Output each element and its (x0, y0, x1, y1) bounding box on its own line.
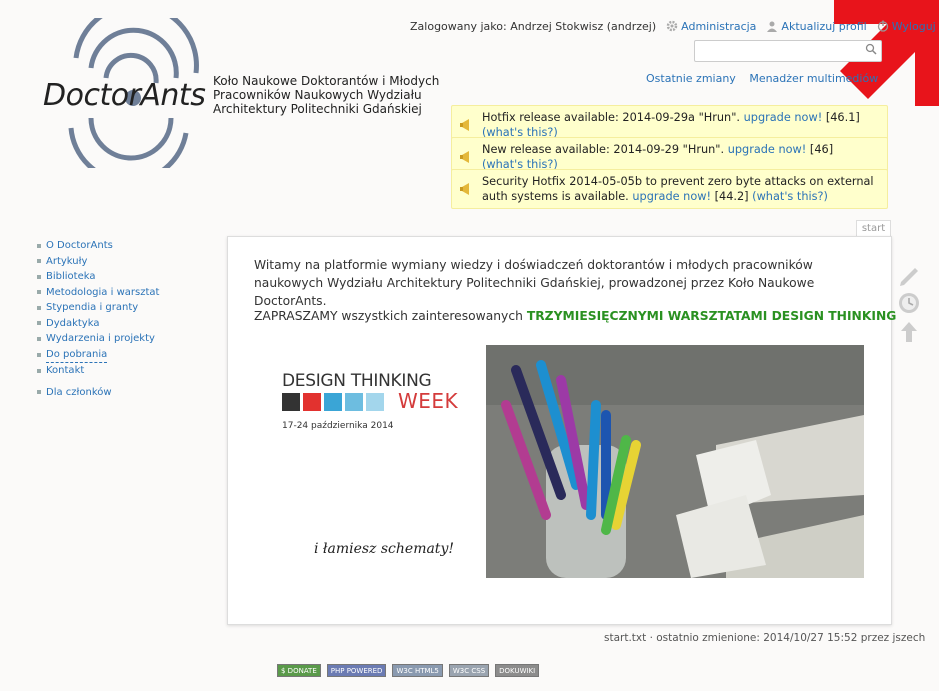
recent-changes-link[interactable]: Ostatnie zmiany (646, 72, 736, 85)
poster-square (366, 393, 384, 411)
dokuwiki-badge[interactable]: DOKUWIKI (495, 664, 540, 677)
upgrade-link[interactable]: upgrade now! (632, 190, 711, 203)
history-icon[interactable] (899, 293, 919, 313)
logged-in-label: Zalogowany jako: Andrzej Stokwisz (andrz… (410, 20, 657, 33)
bullet (37, 274, 41, 279)
markers-photo (486, 345, 864, 578)
sidebar-item-label: Dydaktyka (46, 317, 100, 329)
sidebar-item-label: Kontakt (46, 365, 85, 376)
invite-paragraph: ZAPRASZAMY wszystkich zainteresowanych T… (254, 309, 896, 323)
notice-version: [46.1] (825, 111, 860, 124)
sidebar-item-kontakt[interactable]: Kontakt (37, 363, 159, 379)
bullet (37, 290, 41, 295)
user-icon (767, 21, 778, 32)
poster-square (324, 393, 342, 411)
donate-badge[interactable]: $ DONATE (277, 664, 321, 677)
back-to-top-icon[interactable] (901, 322, 917, 342)
sidebar-item-label: Artykuły (46, 255, 88, 267)
site-tools: Ostatnie zmiany Menadżer multimediów (646, 72, 888, 85)
invite-text: ZAPRASZAMY wszystkich zainteresowanych (254, 309, 523, 323)
search-input[interactable] (694, 40, 882, 62)
megaphone-icon (460, 183, 469, 195)
bullet (37, 336, 41, 341)
content-panel: Witamy na platformie wymiany wiedzy i do… (227, 236, 896, 625)
sidebar-item-biblioteka[interactable]: Biblioteka (37, 269, 159, 285)
html5-badge[interactable]: W3C HTML5 (392, 664, 443, 677)
profile-label: Aktualizuj profil (781, 20, 867, 33)
sidebar-nav: O DoctorAnts Artykuły Biblioteka Metodol… (37, 238, 159, 400)
admin-label: Administracja (681, 20, 757, 33)
poster-week: WEEK (398, 389, 459, 413)
sidebar-item-label: Metodologia i warsztat (46, 286, 160, 298)
logo-wordmark[interactable]: DoctorAnts (43, 78, 206, 113)
bullet (37, 368, 41, 373)
poster-square (282, 393, 300, 411)
notice-security: Security Hotfix 2014-05-05b to prevent z… (451, 169, 888, 209)
sidebar-item-artykuly[interactable]: Artykuły (37, 254, 159, 270)
sidebar-item-label: Stypendia i granty (46, 302, 139, 313)
upgrade-link[interactable]: upgrade now! (728, 143, 807, 156)
bullet (37, 305, 41, 310)
poster-square (345, 393, 363, 411)
sidebar-item-label: O DoctorAnts (46, 240, 113, 251)
sidebar-item-label: Do pobrania (46, 347, 108, 363)
bullet (37, 259, 41, 264)
sidebar-item-do-pobrania[interactable]: Do pobrania (37, 347, 159, 363)
poster-title: DESIGN THINKING (282, 371, 432, 391)
search-icon[interactable] (865, 43, 877, 55)
site-tagline: Koło Naukowe Doktorantów i Młodych Praco… (213, 74, 440, 116)
notice-version: [46] (809, 143, 834, 156)
footer-badges: $ DONATE PHP POWERED W3C HTML5 W3C CSS D… (277, 664, 540, 677)
admin-link[interactable]: Administracja (666, 20, 756, 33)
gear-icon (666, 20, 678, 32)
bullet (37, 243, 41, 248)
sidebar-item-wydarzenia[interactable]: Wydarzenia i projekty (37, 331, 159, 347)
media-manager-link[interactable]: Menadżer multimediów (749, 72, 878, 85)
page-meta: start.txt · ostatnio zmienione: 2014/10/… (604, 632, 926, 644)
sidebar-item-label: Dla członków (46, 386, 112, 398)
workshop-link[interactable]: TRZYMIESIĘCZNYMI WARSZTATAMI DESIGN THIN… (527, 309, 897, 323)
user-bar: Zalogowany jako: Andrzej Stokwisz (andrz… (410, 20, 936, 33)
logout-label: Wyloguj (891, 20, 936, 33)
intro-paragraph: Witamy na platformie wymiany wiedzy i do… (254, 258, 815, 308)
megaphone-icon (460, 151, 469, 163)
sidebar-item-label: Wydarzenia i projekty (46, 333, 155, 344)
megaphone-icon (460, 119, 469, 131)
sidebar-item-metodologia[interactable]: Metodologia i warsztat (37, 285, 159, 301)
upgrade-link[interactable]: upgrade now! (744, 111, 823, 124)
whats-this-link[interactable]: (what's this?) (752, 190, 828, 203)
power-icon (877, 20, 888, 32)
css-badge[interactable]: W3C CSS (448, 664, 490, 677)
notice-version: [44.2] (714, 190, 749, 203)
page-tab-start[interactable]: start (856, 220, 891, 237)
page-tools (899, 268, 919, 342)
logout-link[interactable]: Wyloguj (877, 20, 936, 33)
sidebar-item-label: Biblioteka (46, 271, 96, 282)
profile-link[interactable]: Aktualizuj profil (766, 20, 867, 33)
sidebar-item-stypendia[interactable]: Stypendia i granty (37, 300, 159, 316)
edit-icon[interactable] (900, 268, 918, 286)
sidebar-item-dla-czlonkow[interactable]: Dla członków (37, 385, 159, 401)
php-badge[interactable]: PHP POWERED (326, 664, 387, 677)
design-thinking-poster: DESIGN THINKING WEEK 17-24 października … (278, 345, 488, 575)
bullet (37, 352, 41, 357)
sidebar-item-dydaktyka[interactable]: Dydaktyka (37, 316, 159, 332)
poster-date: 17-24 października 2014 (282, 421, 394, 431)
bullet (37, 321, 41, 326)
poster-square (303, 393, 321, 411)
bullet (37, 390, 41, 395)
notice-text: New release available: 2014-09-29 "Hrun"… (482, 143, 725, 156)
sidebar-item-o-doctorants[interactable]: O DoctorAnts (37, 238, 159, 254)
notice-text: Hotfix release available: 2014-09-29a "H… (482, 111, 741, 124)
poster-tagline: i łamiesz schematy! (314, 541, 454, 557)
